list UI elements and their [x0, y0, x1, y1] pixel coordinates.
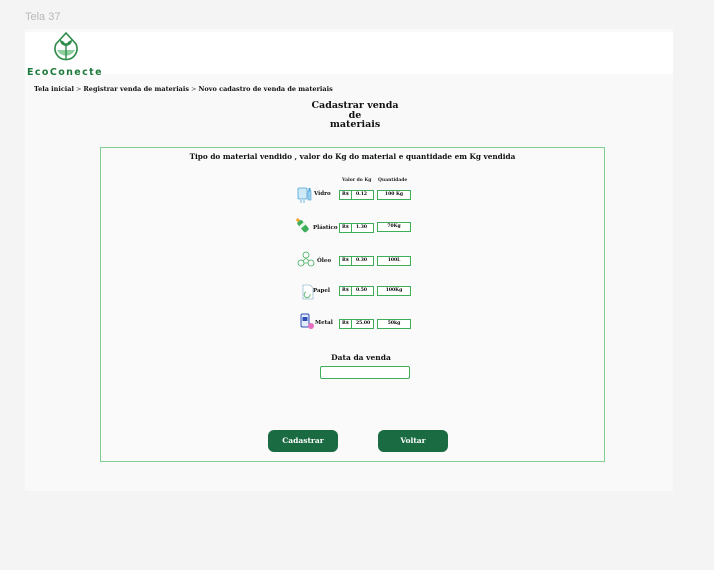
quantity-input[interactable]: 50kg: [377, 319, 411, 329]
sale-form: Tipo do material vendido , valor do Kg d…: [100, 147, 605, 462]
material-label: Óleo: [317, 258, 332, 264]
page-title-line: materiais: [329, 119, 381, 130]
price-value: 0.30: [356, 258, 367, 263]
field-divider: [351, 287, 352, 295]
material-row-vidro: Vidro R$ 0.12 100 Kg: [101, 185, 604, 205]
material-row-metal: Metal R$ 25.00 50kg: [101, 312, 604, 332]
breadcrumb-item[interactable]: Registrar venda de materiais: [83, 85, 189, 93]
currency-label: R$: [342, 192, 349, 197]
metal-can-icon: [300, 313, 314, 329]
form-heading: Tipo do material vendido , valor do Kg d…: [189, 152, 516, 161]
price-value: 0.12: [356, 192, 367, 197]
price-input[interactable]: R$ 0.50: [339, 286, 374, 296]
header-bar: EcoConecte: [25, 32, 673, 78]
price-column-header: Valor do Kg: [342, 178, 372, 183]
currency-label: R$: [342, 288, 349, 293]
price-value: 25.00: [356, 321, 371, 326]
material-row-papel: Papel R$ 0.50 100Kg: [101, 282, 604, 302]
material-label: Papel: [313, 288, 330, 294]
logo-text: EcoConecte: [27, 67, 103, 78]
oil-recycle-icon: [297, 251, 315, 267]
glass-bottle-icon: [297, 187, 312, 203]
price-value: 0.50: [356, 288, 367, 293]
material-row-oleo: Óleo R$ 0.30 100L: [101, 251, 604, 271]
frame-label: Tela 37: [25, 11, 61, 23]
date-label: Data da venda: [331, 353, 391, 362]
currency-label: R$: [342, 258, 349, 263]
currency-label: R$: [342, 321, 349, 326]
quantity-input[interactable]: 100Kg: [377, 286, 411, 296]
material-label: Vidro: [314, 191, 331, 197]
material-label: Plástico: [313, 225, 338, 231]
field-divider: [351, 257, 352, 265]
field-divider: [351, 320, 352, 328]
leaf-drop-logo-icon: [54, 32, 78, 61]
submit-button[interactable]: Cadastrar: [268, 430, 338, 452]
quantity-input[interactable]: 100L: [377, 256, 411, 266]
field-divider: [351, 224, 352, 232]
field-divider: [351, 191, 352, 199]
breadcrumb-item-current: Novo cadastro de venda de materiais: [198, 85, 333, 93]
screen-frame: EcoConecte Tela inicial > Registrar venda …: [25, 29, 673, 491]
breadcrumb-item[interactable]: Tela inicial: [34, 85, 74, 93]
price-value: 1.30: [356, 225, 367, 230]
breadcrumb: Tela inicial > Registrar venda de materiai…: [34, 85, 333, 93]
breadcrumb-separator: >: [75, 85, 82, 93]
quantity-column-header: Quantidade: [378, 178, 408, 183]
date-input[interactable]: [320, 366, 410, 379]
price-input[interactable]: R$ 1.30: [339, 223, 374, 233]
price-input[interactable]: R$ 25.00: [339, 319, 374, 329]
plastic-bottle-icon: [295, 217, 309, 233]
quantity-input[interactable]: 70Kg: [377, 222, 411, 232]
back-button[interactable]: Voltar: [378, 430, 448, 452]
quantity-input[interactable]: 100 Kg: [377, 190, 411, 200]
material-label: Metal: [315, 320, 333, 326]
page-title: Cadastrar venda de materiais: [305, 101, 405, 130]
currency-label: R$: [342, 225, 349, 230]
price-input[interactable]: R$ 0.30: [339, 256, 374, 266]
price-input[interactable]: R$ 0.12: [339, 190, 374, 200]
material-row-plastico: Plástico R$ 1.30 70Kg: [101, 217, 604, 238]
